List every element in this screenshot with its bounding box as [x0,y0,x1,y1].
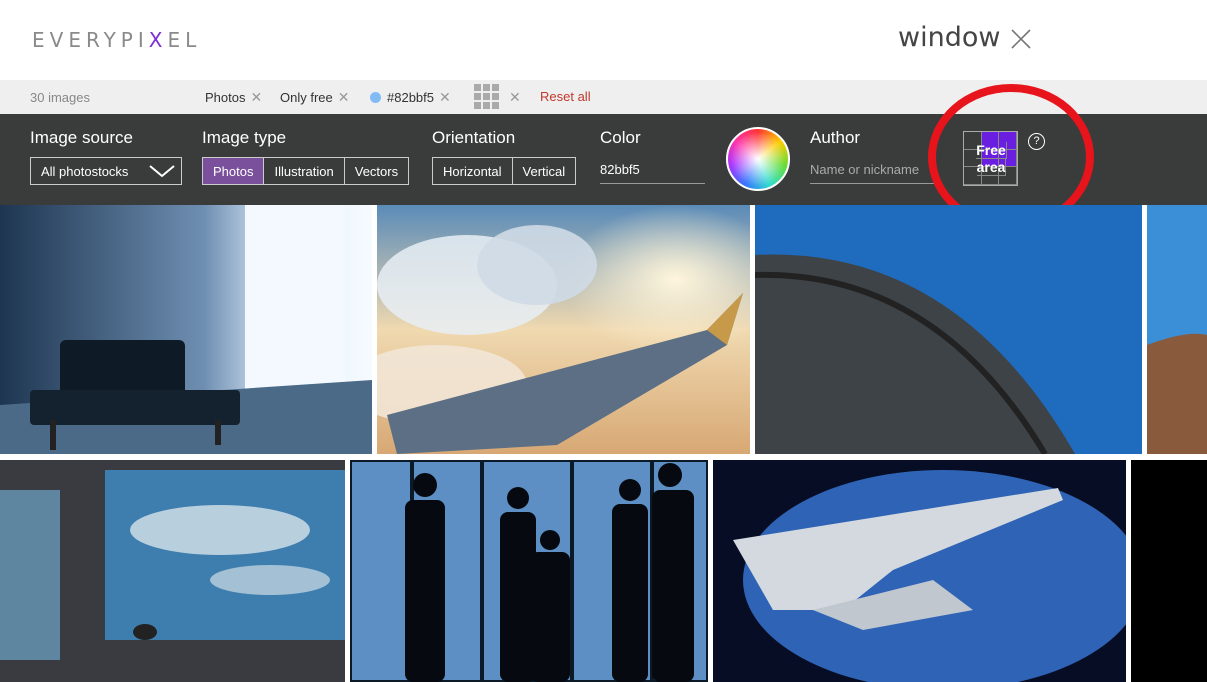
photo-tile[interactable] [377,205,750,454]
search-query[interactable]: window [898,22,1000,53]
orientation-segmented: Horizontal Vertical [432,157,577,185]
result-count: 30 images [30,90,90,105]
photo-bird-window [0,460,345,682]
photo-tile[interactable] [713,460,1126,682]
free-area-grid-icon [474,84,499,109]
image-type-illustration[interactable]: Illustration [264,158,345,184]
author-title: Author [810,128,861,147]
photo-bench-window [0,205,372,454]
everypixel-logo[interactable]: EVERYPIXEL [32,28,201,52]
photo-tile[interactable] [350,460,708,682]
photo-tile[interactable] [755,205,1142,454]
chip-label: Photos [205,90,246,105]
photo-rooftop [1147,205,1207,454]
chevron-down-icon [149,165,175,178]
remove-chip-icon[interactable]: ✕ [338,89,350,106]
photo-tile[interactable] [0,205,372,454]
photo-tile[interactable] [1147,205,1207,454]
reset-all-link[interactable]: Reset all [540,89,591,104]
logo-text-end: EL [167,28,202,52]
author-input[interactable]: Name or nickname [810,162,935,184]
image-type-photos[interactable]: Photos [203,158,265,184]
orientation-horizontal[interactable]: Horizontal [433,158,513,184]
filter-chip-color[interactable]: #82bbf5 ✕ [370,89,451,106]
remove-chip-icon[interactable]: ✕ [250,89,262,106]
photo-tile[interactable] [0,460,345,682]
header: EVERYPIXEL window [0,0,1207,80]
remove-chip-icon[interactable]: ✕ [439,89,451,106]
image-type-vectors[interactable]: Vectors [345,158,408,184]
photo-aircraft-window [755,205,1142,454]
filter-chip-only-free[interactable]: Only free ✕ [280,89,349,106]
logo-text-x: X [148,28,168,52]
remove-free-area-icon[interactable]: ✕ [509,89,521,106]
image-type-segmented: Photos Illustration Vectors [202,157,410,185]
color-wheel-picker[interactable] [726,127,790,191]
filter-chip-photos[interactable]: Photos ✕ [205,89,262,106]
photo-wing-sunset [377,205,750,454]
photo-tile[interactable] [1131,460,1207,682]
image-source-value: All photostocks [41,164,129,179]
photo-business-silhouettes [350,460,708,682]
photo-wing-earth [713,460,1126,682]
orientation-vertical[interactable]: Vertical [513,158,576,184]
color-title: Color [600,128,641,147]
clear-search-icon[interactable] [1010,28,1032,50]
color-dot-icon [370,92,381,103]
chip-label: Only free [280,90,333,105]
chip-label: #82bbf5 [387,90,434,105]
image-type-title: Image type [202,128,287,147]
logo-text-start: EVERYPI [32,28,149,52]
orientation-title: Orientation [432,128,516,147]
image-source-title: Image source [30,128,133,147]
color-hex-input[interactable]: 82bbf5 [600,162,705,184]
image-source-select[interactable]: All photostocks [30,157,182,185]
